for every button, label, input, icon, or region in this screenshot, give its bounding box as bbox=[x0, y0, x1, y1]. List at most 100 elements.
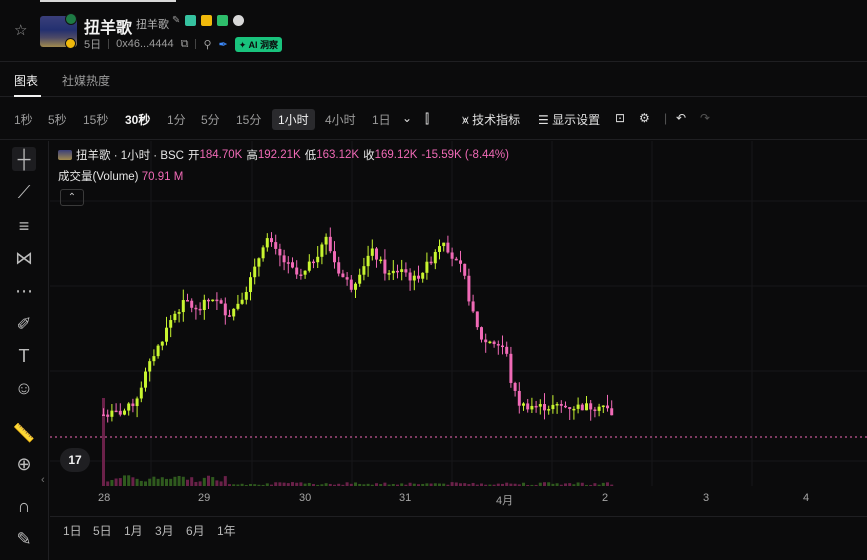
zoom-in-icon[interactable]: ⊕ bbox=[12, 452, 36, 476]
edit-icon[interactable]: ✎ bbox=[172, 15, 180, 26]
interval-1m[interactable]: 1分 bbox=[167, 111, 186, 128]
candle-body bbox=[606, 405, 609, 409]
volume-bar bbox=[585, 484, 588, 486]
robot-icon[interactable] bbox=[185, 15, 197, 26]
volume-bar bbox=[232, 484, 236, 486]
candle-body bbox=[559, 404, 563, 406]
copy-icon[interactable]: ⧉ bbox=[181, 38, 189, 51]
ruler-icon[interactable]: 📏 bbox=[12, 421, 36, 445]
interval-5s[interactable]: 5秒 bbox=[48, 111, 67, 128]
volume-bar bbox=[404, 484, 408, 486]
shield-icon[interactable] bbox=[233, 15, 245, 26]
candle-body bbox=[522, 403, 525, 406]
indicators-button[interactable]: ⩙ 技术指标 bbox=[462, 111, 520, 128]
volume-bar bbox=[467, 484, 471, 486]
candle-body bbox=[118, 410, 122, 415]
search-icon[interactable]: ⚲ bbox=[203, 38, 211, 51]
candle-body bbox=[177, 312, 181, 314]
candle-type-icon[interactable]: ⫿ bbox=[425, 111, 429, 127]
scroll-left-icon[interactable]: ‹ bbox=[41, 474, 45, 486]
interval-1d[interactable]: 1日 bbox=[372, 111, 391, 128]
candle-body bbox=[375, 248, 378, 260]
candle-body bbox=[463, 263, 467, 276]
ai-insight-button[interactable]: ✦ AI 洞察 bbox=[234, 36, 282, 52]
pattern-icon[interactable]: ⋈ bbox=[12, 246, 36, 270]
interval-5m[interactable]: 5分 bbox=[201, 111, 220, 128]
fib-icon[interactable]: ⋯ bbox=[12, 279, 36, 303]
candle-body bbox=[139, 387, 143, 399]
redo-icon[interactable]: ↷ bbox=[700, 111, 710, 125]
volume-bar bbox=[513, 483, 517, 486]
emoji-icon[interactable]: ☺ bbox=[12, 376, 36, 400]
token-header: ☆ 扭羊歌 扭羊歌 ✎ 5日 0x46...4444 ⧉ ⚲ ✒ ✦ AI 洞察 bbox=[0, 2, 867, 62]
candle-body bbox=[400, 269, 404, 272]
crown-icon[interactable] bbox=[201, 15, 213, 26]
trend-line-icon[interactable]: ⟋ bbox=[12, 180, 36, 204]
range-1d[interactable]: 1日 bbox=[63, 522, 82, 539]
volume-bar bbox=[370, 484, 374, 486]
range-6m[interactable]: 6月 bbox=[186, 522, 205, 539]
volume-bar bbox=[219, 481, 223, 486]
volume-bar bbox=[555, 483, 559, 486]
candle-body bbox=[303, 270, 307, 275]
volume-bar bbox=[446, 484, 450, 486]
candle-body bbox=[517, 390, 521, 406]
volume-bar bbox=[316, 484, 320, 486]
price-chart[interactable] bbox=[50, 141, 867, 516]
crosshair-icon[interactable]: ┼ bbox=[12, 147, 36, 171]
candle-body bbox=[589, 403, 593, 410]
interval-1s[interactable]: 1秒 bbox=[14, 111, 33, 128]
text-icon[interactable]: T bbox=[12, 344, 36, 368]
tab-social-heat[interactable]: 社媒热度 bbox=[62, 72, 110, 89]
volume-bar bbox=[320, 484, 324, 486]
display-settings-button[interactable]: ☰ 显示设置 bbox=[538, 111, 600, 128]
tradingview-logo[interactable]: 17 bbox=[60, 448, 90, 472]
volume-bar bbox=[425, 483, 429, 486]
tab-chart[interactable]: 图表 bbox=[14, 72, 38, 89]
candle-body bbox=[249, 277, 252, 293]
candle-body bbox=[320, 244, 324, 257]
range-1m[interactable]: 1月 bbox=[124, 522, 143, 539]
interval-30s[interactable]: 30秒 bbox=[125, 111, 150, 128]
candle-body bbox=[505, 346, 509, 354]
candle-body bbox=[391, 270, 395, 274]
collapse-legend-button[interactable]: ⌃ bbox=[60, 189, 84, 206]
volume-bar bbox=[307, 482, 311, 486]
feather-icon[interactable]: ✒ bbox=[219, 38, 228, 51]
range-1y[interactable]: 1年 bbox=[217, 522, 236, 539]
template-icon[interactable]: ⊡ bbox=[615, 111, 625, 125]
volume-bar bbox=[433, 483, 437, 486]
chevron-down-icon[interactable]: ⌄ bbox=[402, 111, 412, 125]
brush-icon[interactable]: ✐ bbox=[12, 312, 36, 336]
star-icon[interactable]: ☆ bbox=[14, 21, 27, 39]
candle-body bbox=[295, 267, 299, 275]
volume-bar bbox=[606, 482, 609, 486]
pencil-lock-icon[interactable]: ✎ bbox=[12, 527, 36, 551]
candle-body bbox=[354, 283, 357, 290]
divider bbox=[108, 39, 110, 49]
volume-bar bbox=[295, 482, 299, 486]
volume-bar bbox=[408, 482, 412, 486]
volume-bar bbox=[429, 483, 433, 486]
x-tick: 4月 bbox=[496, 495, 514, 507]
x-tick: 29 bbox=[198, 492, 211, 504]
candle-body bbox=[257, 258, 261, 267]
x-tick: 2 bbox=[602, 492, 609, 504]
interval-1h[interactable]: 1小时 bbox=[272, 109, 315, 130]
chart-icon[interactable] bbox=[217, 15, 229, 26]
volume-bar bbox=[597, 484, 601, 486]
main-tabs: 图表 社媒热度 bbox=[0, 63, 867, 97]
undo-icon[interactable]: ↶ bbox=[676, 111, 686, 125]
magnet-icon[interactable]: ∩ bbox=[12, 494, 36, 518]
range-5d[interactable]: 5日 bbox=[93, 522, 112, 539]
divider bbox=[195, 39, 197, 49]
range-3m[interactable]: 3月 bbox=[155, 522, 174, 539]
volume-bar bbox=[593, 483, 597, 486]
interval-4h[interactable]: 4小时 bbox=[325, 111, 356, 128]
candle-body bbox=[194, 307, 198, 310]
interval-15s[interactable]: 15秒 bbox=[83, 111, 108, 128]
legend-symbol: 扭羊歌 · 1小时 · BSC bbox=[76, 150, 184, 162]
horizontal-lines-icon[interactable]: ≡ bbox=[12, 214, 36, 238]
gear-icon[interactable]: ⚙ bbox=[639, 111, 650, 125]
interval-15m[interactable]: 15分 bbox=[236, 111, 261, 128]
